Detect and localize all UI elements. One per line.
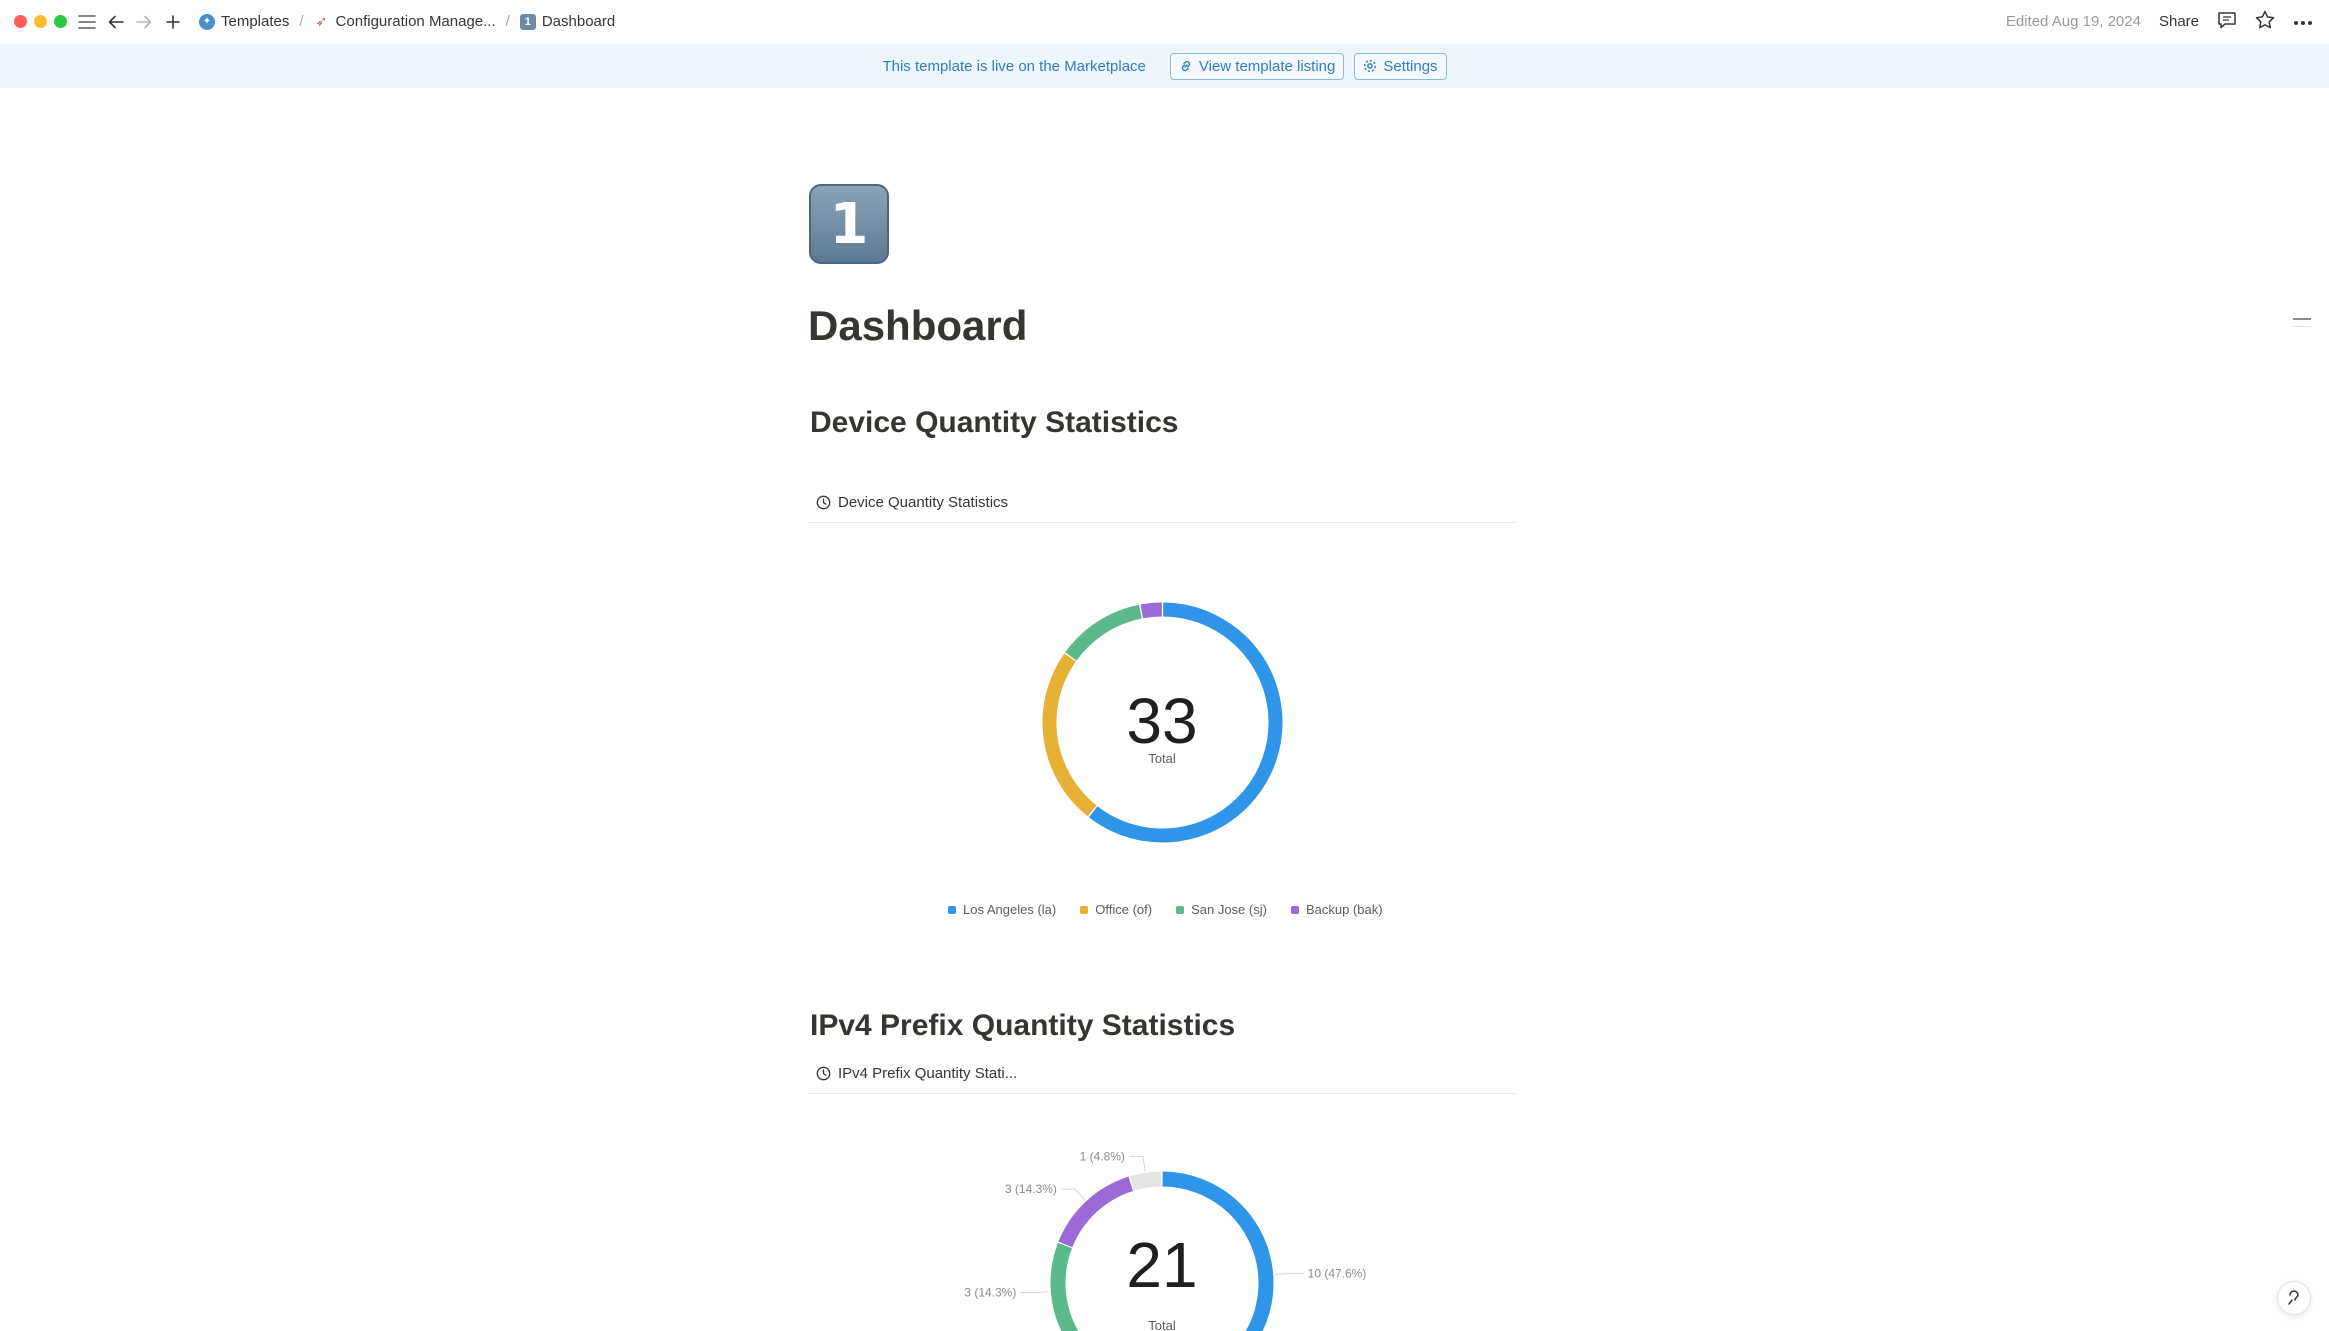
view-template-listing-label: View template listing (1198, 57, 1336, 75)
legend-item[interactable]: Office (of) (1080, 902, 1152, 917)
page-icon[interactable]: 1 (809, 184, 889, 264)
globe-icon: ✦ (199, 13, 215, 30)
legend-label: Los Angeles (la) (963, 902, 1057, 917)
clock-icon (816, 1066, 831, 1081)
clock-icon (816, 495, 831, 510)
chart-view-tab[interactable]: Device Quantity Statistics (808, 483, 1517, 523)
ipv4-prefix-donut-chart: 10 (47.6%)3 (14.3%)3 (14.3%)1 (4.8%) 21 … (964, 1149, 1367, 1331)
settings-label: Settings (1383, 57, 1438, 75)
legend-item[interactable]: Los Angeles (la) (948, 902, 1056, 917)
label-leader-line (1274, 1272, 1304, 1276)
keycap-one-icon: 1 (519, 13, 536, 30)
legend-swatch (1176, 905, 1185, 914)
donut-slice[interactable] (1140, 602, 1163, 619)
chart-total-label: Total (1148, 751, 1176, 766)
share-button[interactable]: Share (2159, 13, 2199, 30)
top-bar: ✦ Templates / ➶ Configuration Manage... … (0, 0, 2329, 44)
breadcrumb-item-dashboard[interactable]: 1 Dashboard (516, 11, 619, 32)
minimize-window-button[interactable] (34, 15, 47, 28)
legend-swatch (948, 905, 956, 914)
more-options-icon[interactable] (2293, 13, 2313, 30)
legend-label: San Jose (sj) (1191, 902, 1267, 917)
legend-label: Backup (bak) (1305, 902, 1383, 917)
chart-total-label: Total (1148, 1318, 1176, 1331)
rocket-icon: ➶ (315, 13, 328, 29)
gear-icon (1364, 59, 1377, 73)
slice-data-label: 10 (47.6%) (1308, 1266, 1367, 1280)
settings-button[interactable]: Settings (1354, 52, 1447, 80)
comments-icon[interactable] (2217, 11, 2237, 33)
breadcrumb-label: Templates (221, 13, 290, 30)
help-button[interactable] (2277, 1281, 2311, 1315)
breadcrumb-separator: / (299, 13, 304, 30)
legend-swatch (1080, 905, 1089, 914)
section-heading-device-quantity: Device Quantity Statistics (810, 406, 1179, 439)
slice-data-label: 3 (14.3%) (964, 1286, 1016, 1300)
breadcrumb: ✦ Templates / ➶ Configuration Manage... … (195, 11, 619, 32)
favorite-star-icon[interactable] (2255, 10, 2275, 33)
chart-legend: Los Angeles (la) Office (of) San Jose (sj)… (948, 902, 1383, 917)
legend-item[interactable]: San Jose (sj) (1176, 902, 1267, 917)
help-icon (2288, 1290, 2299, 1305)
close-window-button[interactable] (14, 15, 27, 28)
view-template-listing-button[interactable]: View template listing (1169, 52, 1345, 80)
chart-total-value: 33 (1126, 685, 1197, 757)
breadcrumb-label: Configuration Manage... (335, 13, 496, 30)
back-arrow-icon[interactable] (104, 10, 128, 34)
marketplace-banner: This template is live on the Marketplace… (0, 44, 2329, 88)
device-quantity-donut-chart: 33 Total (1042, 602, 1283, 843)
breadcrumb-label: Dashboard (541, 13, 616, 30)
chart-view-label: IPv4 Prefix Quantity Stati... (838, 1065, 1018, 1082)
link-icon (1181, 60, 1191, 72)
table-of-contents-icon[interactable] (2293, 318, 2311, 333)
forward-arrow-icon[interactable] (132, 10, 156, 34)
slice-data-label: 3 (14.3%) (1005, 1182, 1057, 1196)
donut-slice[interactable] (1129, 1171, 1162, 1191)
window-controls (14, 15, 67, 28)
donut-slice[interactable] (1042, 653, 1097, 817)
legend-swatch (1290, 905, 1299, 914)
donut-slice[interactable] (1050, 1242, 1079, 1331)
top-right-tools: Edited Aug 19, 2024 Share (2006, 10, 2313, 33)
zoom-window-button[interactable] (54, 15, 67, 28)
breadcrumb-item-configuration[interactable]: ➶ Configuration Manage... (310, 11, 500, 32)
donut-slice[interactable] (1065, 604, 1142, 661)
chart-view-label: Device Quantity Statistics (838, 494, 1009, 511)
label-leader-line (1128, 1155, 1146, 1172)
banner-text: This template is live on the Marketplace (882, 57, 1146, 75)
label-leader-line (1020, 1290, 1050, 1294)
chart-view-tab[interactable]: IPv4 Prefix Quantity Stati... (808, 1054, 1517, 1094)
breadcrumb-separator: / (505, 13, 510, 30)
legend-item[interactable]: Backup (bak) (1290, 902, 1383, 917)
page-title: Dashboard (808, 302, 1028, 349)
slice-data-label: 1 (4.8%) (1080, 1149, 1125, 1163)
section-heading-ipv4-prefix: IPv4 Prefix Quantity Statistics (810, 1009, 1236, 1042)
chart-total-value: 21 (1126, 1229, 1197, 1301)
legend-label: Office (of) (1095, 902, 1153, 917)
donut-slice[interactable] (1058, 1176, 1134, 1248)
label-leader-line (1060, 1188, 1086, 1201)
breadcrumb-item-templates[interactable]: ✦ Templates (195, 11, 293, 32)
sidebar-menu-icon[interactable] (75, 10, 99, 34)
last-edited-text: Edited Aug 19, 2024 (2005, 13, 2141, 30)
new-page-plus-icon[interactable] (161, 10, 185, 34)
